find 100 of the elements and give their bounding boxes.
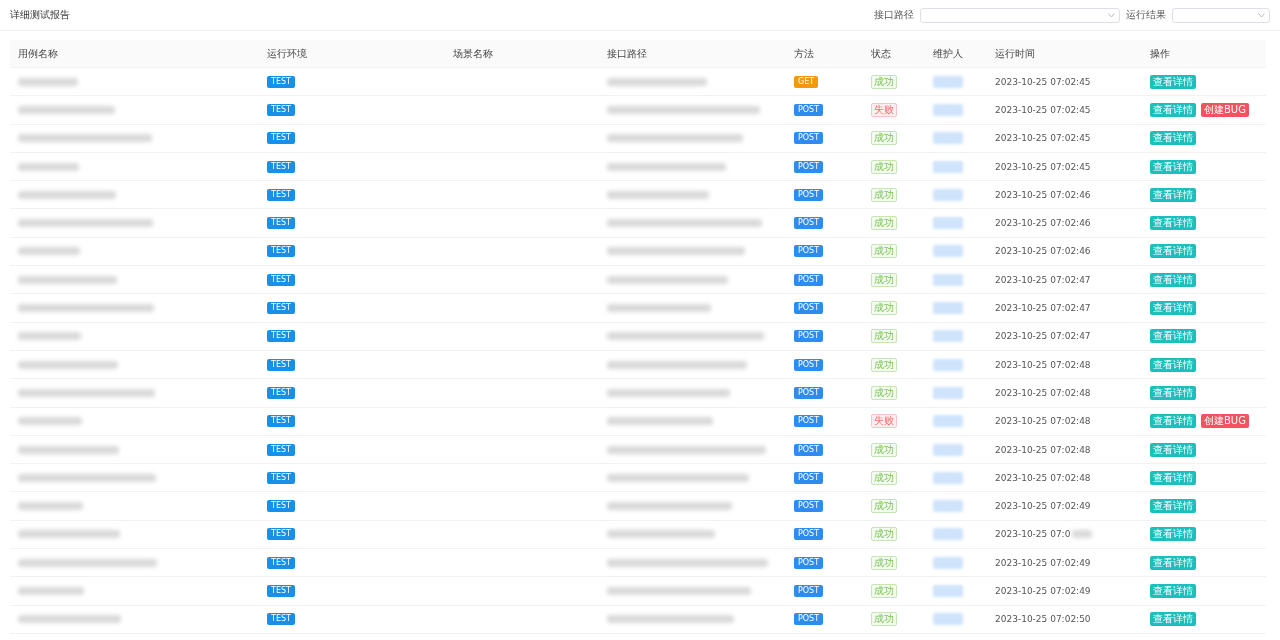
blurred-text bbox=[933, 75, 963, 88]
env-tag: TEST bbox=[267, 330, 295, 343]
run-time: 2023-10-25 07:02:47 bbox=[995, 331, 1091, 342]
status-tag: 成功 bbox=[871, 216, 897, 231]
view-details-button[interactable]: 查看详情 bbox=[1150, 499, 1196, 514]
method-tag: POST bbox=[794, 585, 824, 597]
run-time: 2023-10-25 07:02:50 bbox=[995, 614, 1091, 625]
view-details-button[interactable]: 查看详情 bbox=[1150, 159, 1196, 174]
view-details-button[interactable]: 查看详情 bbox=[1150, 131, 1196, 146]
status-tag: 成功 bbox=[871, 442, 897, 457]
blurred-text bbox=[18, 332, 81, 341]
env-tag: TEST bbox=[267, 103, 295, 116]
blurred-text bbox=[18, 502, 83, 511]
method-tag: POST bbox=[794, 330, 824, 343]
env-tag: TEST bbox=[267, 217, 295, 230]
blurred-text bbox=[18, 587, 84, 595]
status-tag: 成功 bbox=[871, 555, 897, 570]
view-details-button[interactable]: 查看详情 bbox=[1150, 470, 1196, 485]
run-time: 2023-10-25 07:02:46 bbox=[995, 218, 1091, 229]
method-tag: POST bbox=[794, 245, 824, 258]
status-tag: 成功 bbox=[871, 612, 897, 627]
env-tag: TEST bbox=[267, 386, 295, 399]
env-tag: TEST bbox=[267, 585, 295, 597]
env-tag: TEST bbox=[267, 273, 295, 286]
select-field[interactable] bbox=[1172, 7, 1270, 23]
blurred-text bbox=[933, 471, 963, 484]
env-tag: TEST bbox=[267, 443, 295, 456]
blurred-text bbox=[933, 585, 963, 597]
view-details-button[interactable]: 查看详情 bbox=[1150, 527, 1196, 542]
run-time: 2023-10-25 07:02:48 bbox=[995, 416, 1091, 427]
run-time: 2023-10-25 07:02:45 bbox=[995, 76, 1091, 87]
view-details-button[interactable]: 查看详情 bbox=[1150, 102, 1196, 117]
env-tag: TEST bbox=[267, 528, 295, 541]
view-details-button[interactable]: 查看详情 bbox=[1150, 272, 1196, 287]
blurred-text bbox=[933, 500, 963, 513]
method-tag: POST bbox=[794, 188, 824, 201]
column-header: 接口路径 bbox=[607, 46, 648, 61]
run-time: 2023-10-25 07:02:47 bbox=[995, 303, 1091, 313]
select-field[interactable] bbox=[920, 7, 1120, 23]
view-details-button[interactable]: 查看详情 bbox=[1150, 301, 1196, 315]
caret-icon bbox=[1258, 12, 1265, 18]
run-time: 2023-10-25 07:02:48 bbox=[995, 472, 1091, 483]
blurred-text bbox=[933, 188, 963, 201]
env-tag: TEST bbox=[267, 188, 295, 201]
filter-label: 接口路径 bbox=[874, 8, 914, 22]
view-details-button[interactable]: 查看详情 bbox=[1150, 555, 1196, 570]
method-tag: POST bbox=[794, 386, 824, 399]
run-time: 2023-10-25 07:02:49 bbox=[995, 501, 1091, 512]
blurred-text bbox=[933, 613, 963, 626]
method-tag: POST bbox=[794, 500, 824, 513]
run-time: 2023-10-25 07:02:45 bbox=[995, 161, 1091, 172]
method-tag: GET bbox=[794, 75, 819, 88]
run-time: 2023-10-25 07:02:49 bbox=[995, 557, 1091, 568]
create-bug-button[interactable]: 创建BUG bbox=[1201, 414, 1249, 429]
view-details-button[interactable]: 查看详情 bbox=[1150, 357, 1196, 372]
blurred-text bbox=[933, 330, 963, 343]
column-header: 运行环境 bbox=[267, 46, 308, 61]
column-header: 状态 bbox=[871, 46, 892, 61]
blurred-text bbox=[933, 556, 963, 569]
run-time: 2023-10-25 07:02:49 bbox=[995, 586, 1091, 596]
env-tag: TEST bbox=[267, 415, 295, 428]
blurred-text bbox=[933, 245, 963, 258]
status-tag: 成功 bbox=[871, 272, 897, 287]
create-bug-button[interactable]: 创建BUG bbox=[1201, 102, 1249, 117]
view-details-button[interactable]: 查看详情 bbox=[1150, 442, 1196, 457]
status-tag: 成功 bbox=[871, 74, 897, 89]
view-details-button[interactable]: 查看详情 bbox=[1150, 216, 1196, 231]
view-details-button[interactable]: 查看详情 bbox=[1150, 612, 1196, 627]
status-tag: 成功 bbox=[871, 357, 897, 372]
status-tag: 失败 bbox=[871, 414, 897, 429]
env-tag: TEST bbox=[267, 302, 295, 314]
status-tag: 成功 bbox=[871, 301, 897, 315]
method-tag: POST bbox=[794, 556, 824, 569]
view-details-button[interactable]: 查看详情 bbox=[1150, 244, 1196, 259]
run-time: 2023-10-25 07:0 bbox=[995, 529, 1071, 540]
method-tag: POST bbox=[794, 613, 824, 626]
status-tag: 成功 bbox=[871, 187, 897, 202]
view-details-button[interactable]: 查看详情 bbox=[1150, 187, 1196, 202]
view-details-button[interactable]: 查看详情 bbox=[1150, 329, 1196, 344]
view-details-button[interactable]: 查看详情 bbox=[1150, 74, 1196, 89]
blurred-text bbox=[933, 273, 963, 286]
view-details-button[interactable]: 查看详情 bbox=[1150, 385, 1196, 400]
view-details-button[interactable]: 查看详情 bbox=[1150, 584, 1196, 598]
column-header: 操作 bbox=[1150, 46, 1171, 61]
run-time: 2023-10-25 07:02:46 bbox=[995, 246, 1091, 257]
column-header: 场景名称 bbox=[453, 46, 494, 61]
view-details-button[interactable]: 查看详情 bbox=[1150, 414, 1196, 429]
caret-icon bbox=[1108, 12, 1115, 18]
blurred-text bbox=[933, 103, 963, 116]
blurred-text bbox=[18, 77, 78, 86]
status-tag: 成功 bbox=[871, 470, 897, 485]
column-header: 维护人 bbox=[933, 46, 964, 61]
env-tag: TEST bbox=[267, 132, 295, 145]
method-tag: POST bbox=[794, 217, 824, 230]
run-time: 2023-10-25 07:02:48 bbox=[995, 359, 1091, 370]
column-header: 运行时间 bbox=[995, 46, 1036, 61]
blurred-text bbox=[933, 415, 963, 428]
method-tag: POST bbox=[794, 415, 824, 428]
method-tag: POST bbox=[794, 471, 824, 484]
env-tag: TEST bbox=[267, 245, 295, 258]
